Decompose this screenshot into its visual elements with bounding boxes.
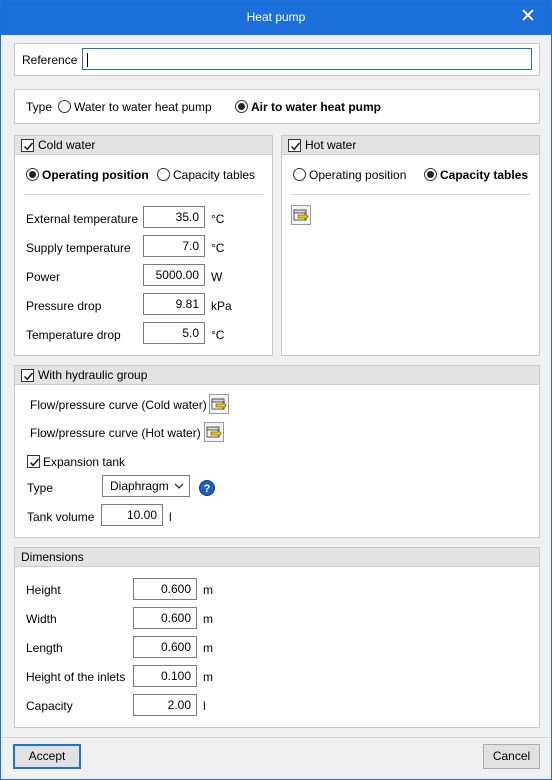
- cold-water-title: Cold water: [38, 138, 96, 152]
- supply-temperature-unit: °C: [211, 241, 225, 255]
- tank-volume-unit: l: [169, 510, 172, 524]
- temperature-drop-unit: °C: [211, 328, 225, 342]
- radio-water-to-water-label[interactable]: Water to water heat pump: [74, 99, 212, 115]
- width-input[interactable]: 0.600: [133, 607, 197, 629]
- tank-type-label: Type: [27, 481, 54, 495]
- cold-radio-operating-position[interactable]: [26, 168, 39, 181]
- table-edit-icon: [206, 426, 222, 439]
- capacity-tables-edit-button[interactable]: [291, 205, 311, 225]
- height-of-inlets-label: Height of the inlets: [26, 670, 126, 684]
- pressure-drop-unit: kPa: [211, 299, 232, 313]
- expansion-tank-label[interactable]: Expansion tank: [43, 454, 125, 470]
- hot-radio-capacity-tables[interactable]: [424, 168, 437, 181]
- cold-water-panel: Cold water Operating position Capacity t…: [14, 135, 273, 356]
- window-title: Heat pump: [246, 10, 306, 24]
- tank-type-value: Diaphragm: [110, 479, 169, 493]
- help-icon[interactable]: ?: [199, 480, 215, 496]
- width-label: Width: [26, 612, 57, 626]
- reference-label: Reference: [22, 53, 78, 67]
- cold-radio-operating-position-label[interactable]: Operating position: [42, 167, 149, 183]
- hot-water-panel: Hot water Operating position Capacity ta…: [281, 135, 540, 356]
- check-icon: [23, 372, 34, 381]
- hot-radio-capacity-tables-label[interactable]: Capacity tables: [440, 167, 528, 183]
- radio-air-to-water-label[interactable]: Air to water heat pump: [251, 99, 381, 115]
- length-unit: m: [203, 641, 213, 655]
- hot-water-header: Hot water: [282, 136, 539, 155]
- power-unit: W: [211, 270, 223, 284]
- check-icon: [29, 458, 40, 467]
- curve-cold-label: Flow/pressure curve (Cold water): [30, 398, 207, 412]
- accept-button[interactable]: Accept: [13, 744, 81, 769]
- curve-hot-edit-button[interactable]: [204, 422, 224, 442]
- capacity-input[interactable]: 2.00: [133, 694, 197, 716]
- hot-water-checkbox[interactable]: [288, 139, 301, 152]
- external-temperature-label: External temperature: [26, 212, 139, 226]
- cold-water-checkbox[interactable]: [21, 139, 34, 152]
- table-edit-icon: [211, 398, 227, 411]
- heat-pump-dialog: Heat pump ✕ Reference Type Water to wate…: [0, 0, 552, 780]
- hot-radio-operating-position-label[interactable]: Operating position: [309, 167, 406, 183]
- length-label: Length: [26, 641, 63, 655]
- height-of-inlets-unit: m: [203, 670, 213, 684]
- radio-water-to-water[interactable]: [58, 100, 71, 113]
- divider: [24, 194, 263, 195]
- temperature-drop-label: Temperature drop: [26, 328, 121, 342]
- radio-air-to-water[interactable]: [235, 100, 248, 113]
- power-label: Power: [26, 270, 61, 284]
- text-caret: [87, 52, 88, 67]
- hydraulic-group-panel: With hydraulic group Flow/pressure curve…: [14, 365, 540, 538]
- capacity-label: Capacity: [26, 699, 73, 713]
- height-of-inlets-input[interactable]: 0.100: [133, 665, 197, 687]
- width-unit: m: [203, 612, 213, 626]
- external-temperature-input[interactable]: 35.0: [143, 206, 205, 228]
- external-temperature-unit: °C: [211, 212, 225, 226]
- dimensions-panel: Dimensions Height 0.600 m Width 0.600 m …: [14, 547, 540, 728]
- pressure-drop-label: Pressure drop: [26, 299, 102, 313]
- cancel-button[interactable]: Cancel: [483, 744, 540, 769]
- cold-water-header: Cold water: [15, 136, 272, 155]
- divider: [291, 194, 530, 195]
- hot-water-title: Hot water: [305, 138, 357, 152]
- power-input[interactable]: 5000.00: [143, 264, 205, 286]
- reference-panel: Reference: [14, 43, 540, 76]
- title-bar: Heat pump ✕: [1, 1, 551, 35]
- check-icon: [23, 142, 34, 151]
- dimensions-header: Dimensions: [15, 548, 539, 567]
- height-input[interactable]: 0.600: [133, 578, 197, 600]
- supply-temperature-label: Supply temperature: [26, 241, 131, 255]
- temperature-drop-input[interactable]: 5.0: [143, 322, 205, 344]
- hydraulic-group-title: With hydraulic group: [38, 368, 148, 382]
- cold-radio-capacity-tables[interactable]: [157, 168, 170, 181]
- pressure-drop-input[interactable]: 9.81: [143, 293, 205, 315]
- curve-cold-edit-button[interactable]: [209, 394, 229, 414]
- tank-volume-input[interactable]: 10.00: [101, 504, 163, 526]
- dimensions-title: Dimensions: [21, 550, 84, 564]
- type-label: Type: [26, 100, 53, 114]
- tank-volume-label: Tank volume: [27, 510, 95, 524]
- footer-divider: [1, 737, 551, 738]
- table-edit-icon: [293, 209, 309, 222]
- hot-radio-operating-position[interactable]: [293, 168, 306, 181]
- reference-input[interactable]: [82, 48, 532, 70]
- chevron-down-icon: [174, 483, 184, 489]
- close-icon[interactable]: ✕: [519, 7, 537, 27]
- hydraulic-group-checkbox[interactable]: [21, 369, 34, 382]
- length-input[interactable]: 0.600: [133, 636, 197, 658]
- hydraulic-group-header: With hydraulic group: [15, 366, 539, 385]
- curve-hot-label: Flow/pressure curve (Hot water): [30, 426, 201, 440]
- check-icon: [290, 142, 301, 151]
- tank-type-select[interactable]: Diaphragm: [102, 475, 190, 497]
- height-unit: m: [203, 583, 213, 597]
- cold-radio-capacity-tables-label[interactable]: Capacity tables: [173, 167, 255, 183]
- supply-temperature-input[interactable]: 7.0: [143, 235, 205, 257]
- capacity-unit: l: [203, 699, 206, 713]
- type-panel: Type Water to water heat pump Air to wat…: [14, 89, 540, 124]
- height-label: Height: [26, 583, 61, 597]
- expansion-tank-checkbox[interactable]: [27, 455, 40, 468]
